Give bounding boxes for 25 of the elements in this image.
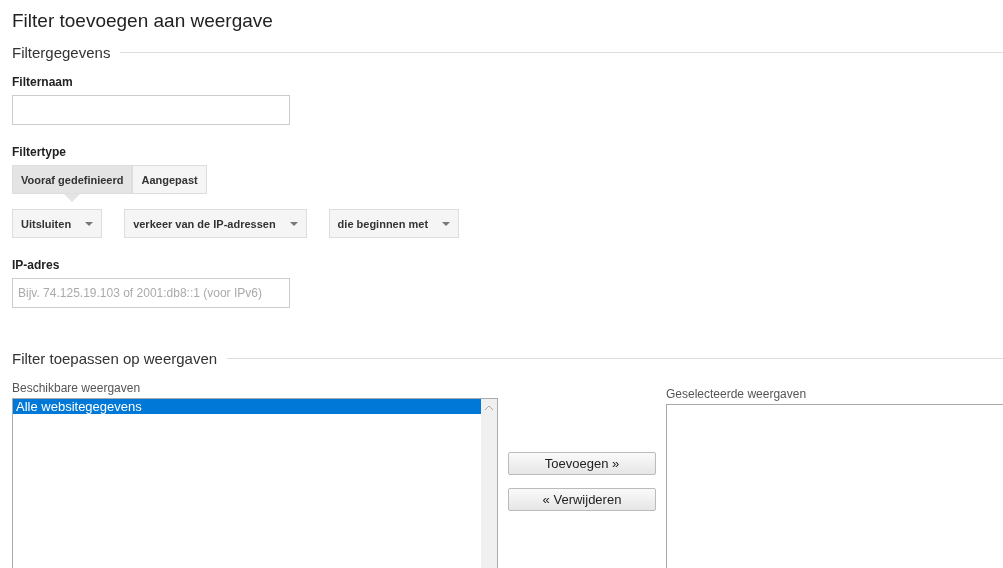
- dropdown[interactable]: Uitsluiten: [12, 209, 103, 238]
- section-heading: Filter toepassen op weergaven: [12, 350, 218, 367]
- caret-icon: [442, 221, 451, 226]
- scroll-up-icon[interactable]: [485, 405, 493, 410]
- ip-address-field[interactable]: Bijv. 74.125.19.103 of 2001:db8::1 (voor IPv6): [12, 278, 290, 308]
- caret-icon: [289, 221, 298, 226]
- available-views-list[interactable]: Alle websitegegevens: [12, 398, 498, 568]
- caret-icon: [85, 221, 94, 226]
- remove-button[interactable]: « Verwijderen: [508, 488, 656, 511]
- selected-views-list[interactable]: [666, 404, 1003, 568]
- section-heading: Filtergegevens: [12, 44, 111, 61]
- page-title: Filter toevoegen aan weergave: [12, 10, 274, 32]
- field-label: Filtertype: [12, 145, 67, 159]
- scrollbar[interactable]: [481, 399, 497, 568]
- list-label: Beschikbare weergaven: [12, 381, 142, 395]
- pointer-icon: [64, 194, 81, 202]
- dropdown[interactable]: verkeer van de IP-adressen: [124, 209, 307, 238]
- list-label: Geselecteerde weergaven: [666, 387, 808, 401]
- dropdown[interactable]: die beginnen met: [328, 209, 460, 238]
- field-label: IP-adres: [12, 258, 61, 272]
- filter-name-field[interactable]: [12, 95, 290, 125]
- add-button[interactable]: Toevoegen »: [508, 452, 656, 475]
- list-option[interactable]: Alle websitegegevens: [13, 399, 481, 414]
- filter-type-tab[interactable]: Aangepast: [132, 165, 207, 194]
- field-label: Filternaam: [12, 75, 74, 89]
